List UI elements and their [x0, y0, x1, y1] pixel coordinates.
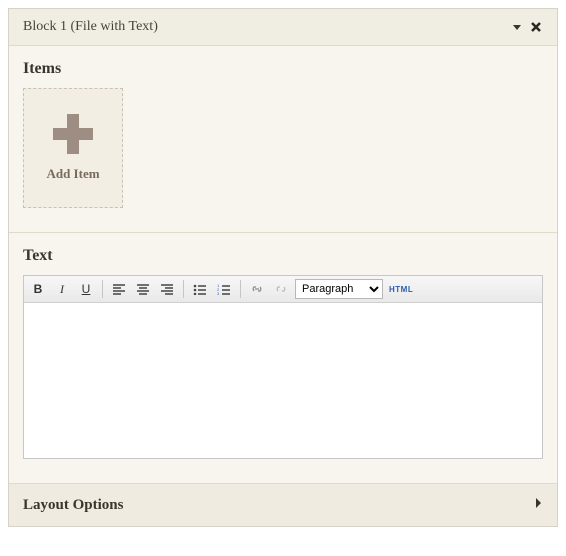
block-header-controls: [511, 20, 543, 34]
items-section: Items Add Item: [9, 46, 557, 233]
items-heading: Items: [23, 60, 543, 78]
editor-toolbar: B I U 123: [24, 276, 542, 303]
text-section: Text B I U: [9, 233, 557, 484]
link-button[interactable]: [247, 279, 267, 299]
toolbar-separator: [240, 280, 241, 298]
text-editor: B I U 123: [23, 275, 543, 459]
svg-text:3: 3: [217, 291, 220, 295]
collapse-icon[interactable]: [511, 21, 523, 33]
close-icon[interactable]: [529, 20, 543, 34]
text-heading: Text: [23, 247, 543, 265]
block-title: Block 1 (File with Text): [23, 19, 158, 35]
html-source-button[interactable]: HTML: [387, 285, 415, 294]
italic-button[interactable]: I: [52, 279, 72, 299]
add-item-label: Add Item: [46, 166, 99, 182]
block-panel: Block 1 (File with Text) Items Add Item …: [8, 8, 558, 527]
format-select[interactable]: Paragraph: [295, 279, 383, 299]
align-left-button[interactable]: [109, 279, 129, 299]
toolbar-separator: [183, 280, 184, 298]
layout-options-header[interactable]: Layout Options: [9, 484, 557, 526]
plus-icon: [53, 114, 93, 154]
numbered-list-button[interactable]: 123: [214, 279, 234, 299]
bold-button[interactable]: B: [28, 279, 48, 299]
align-center-button[interactable]: [133, 279, 153, 299]
unlink-button[interactable]: [271, 279, 291, 299]
align-right-button[interactable]: [157, 279, 177, 299]
toolbar-separator: [102, 280, 103, 298]
underline-button[interactable]: U: [76, 279, 96, 299]
layout-options-title: Layout Options: [23, 497, 123, 514]
editor-textarea[interactable]: [24, 303, 542, 453]
add-item-button[interactable]: Add Item: [23, 88, 123, 208]
chevron-right-icon: [533, 496, 543, 514]
block-header: Block 1 (File with Text): [9, 9, 557, 46]
bullet-list-button[interactable]: [190, 279, 210, 299]
